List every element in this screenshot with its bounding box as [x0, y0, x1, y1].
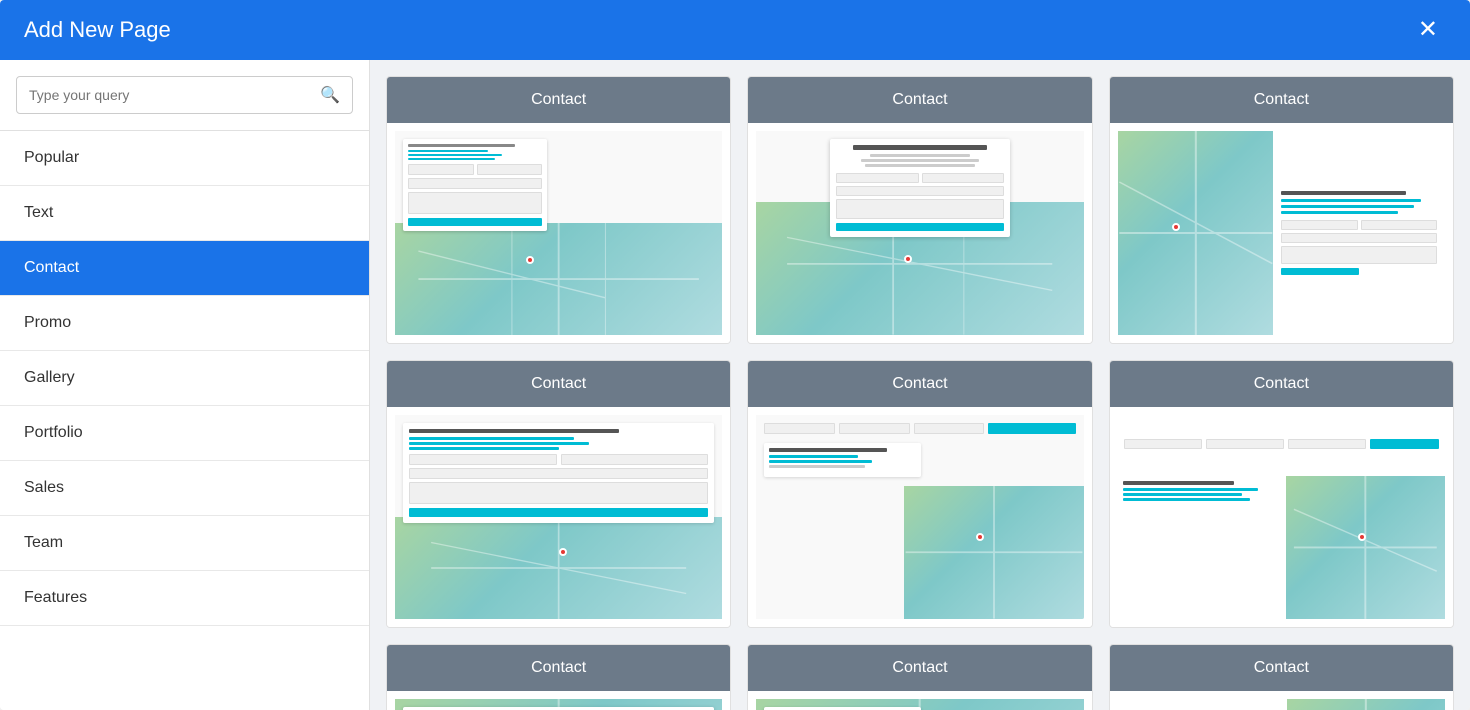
template-card-3[interactable]: Contact [1109, 76, 1454, 344]
search-icon: 🔍 [320, 85, 340, 105]
template-header-1: Contact [387, 77, 730, 123]
sidebar-item-team[interactable]: Team [0, 516, 369, 571]
template-card-9[interactable]: Contact [1109, 644, 1454, 710]
templates-grid: Contact [386, 76, 1454, 710]
template-preview-3 [1110, 123, 1453, 343]
template-header-5: Contact [748, 361, 1091, 407]
sidebar-item-popular[interactable]: Popular [0, 131, 369, 186]
search-input[interactable] [29, 87, 320, 103]
template-card-4[interactable]: Contact [386, 360, 731, 628]
sidebar-item-promo[interactable]: Promo [0, 296, 369, 351]
sidebar-item-sales[interactable]: Sales [0, 461, 369, 516]
template-header-7: Contact [387, 645, 730, 691]
sidebar-item-portfolio[interactable]: Portfolio [0, 406, 369, 461]
template-card-2[interactable]: Contact [747, 76, 1092, 344]
modal-header: Add New Page ✕ [0, 0, 1470, 60]
modal-body: 🔍 Popular Text Contact Promo Gallery Por… [0, 60, 1470, 710]
template-header-3: Contact [1110, 77, 1453, 123]
template-preview-1 [387, 123, 730, 343]
sidebar-item-text[interactable]: Text [0, 186, 369, 241]
template-header-2: Contact [748, 77, 1091, 123]
modal: Add New Page ✕ 🔍 Popular Text Contact Pr… [0, 0, 1470, 710]
template-card-6[interactable]: Contact [1109, 360, 1454, 628]
template-card-1[interactable]: Contact [386, 76, 731, 344]
template-header-6: Contact [1110, 361, 1453, 407]
sidebar-item-gallery[interactable]: Gallery [0, 351, 369, 406]
sidebar-item-features[interactable]: Features [0, 571, 369, 626]
template-card-7[interactable]: Contact [386, 644, 731, 710]
close-button[interactable]: ✕ [1410, 14, 1446, 46]
template-preview-8 [748, 691, 1091, 710]
main-content: Contact [370, 60, 1470, 710]
template-header-4: Contact [387, 361, 730, 407]
sidebar-item-contact[interactable]: Contact [0, 241, 369, 296]
template-preview-6 [1110, 407, 1453, 627]
search-box[interactable]: 🔍 [16, 76, 353, 114]
modal-title: Add New Page [24, 17, 171, 43]
template-preview-5 [748, 407, 1091, 627]
template-preview-9 [1110, 691, 1453, 710]
template-card-8[interactable]: Contact [747, 644, 1092, 710]
template-card-5[interactable]: Contact [747, 360, 1092, 628]
template-preview-7 [387, 691, 730, 710]
search-container: 🔍 [0, 60, 369, 131]
sidebar: 🔍 Popular Text Contact Promo Gallery Por… [0, 60, 370, 710]
template-header-9: Contact [1110, 645, 1453, 691]
template-preview-4 [387, 407, 730, 627]
template-preview-2 [748, 123, 1091, 343]
nav-list: Popular Text Contact Promo Gallery Portf… [0, 131, 369, 626]
template-header-8: Contact [748, 645, 1091, 691]
